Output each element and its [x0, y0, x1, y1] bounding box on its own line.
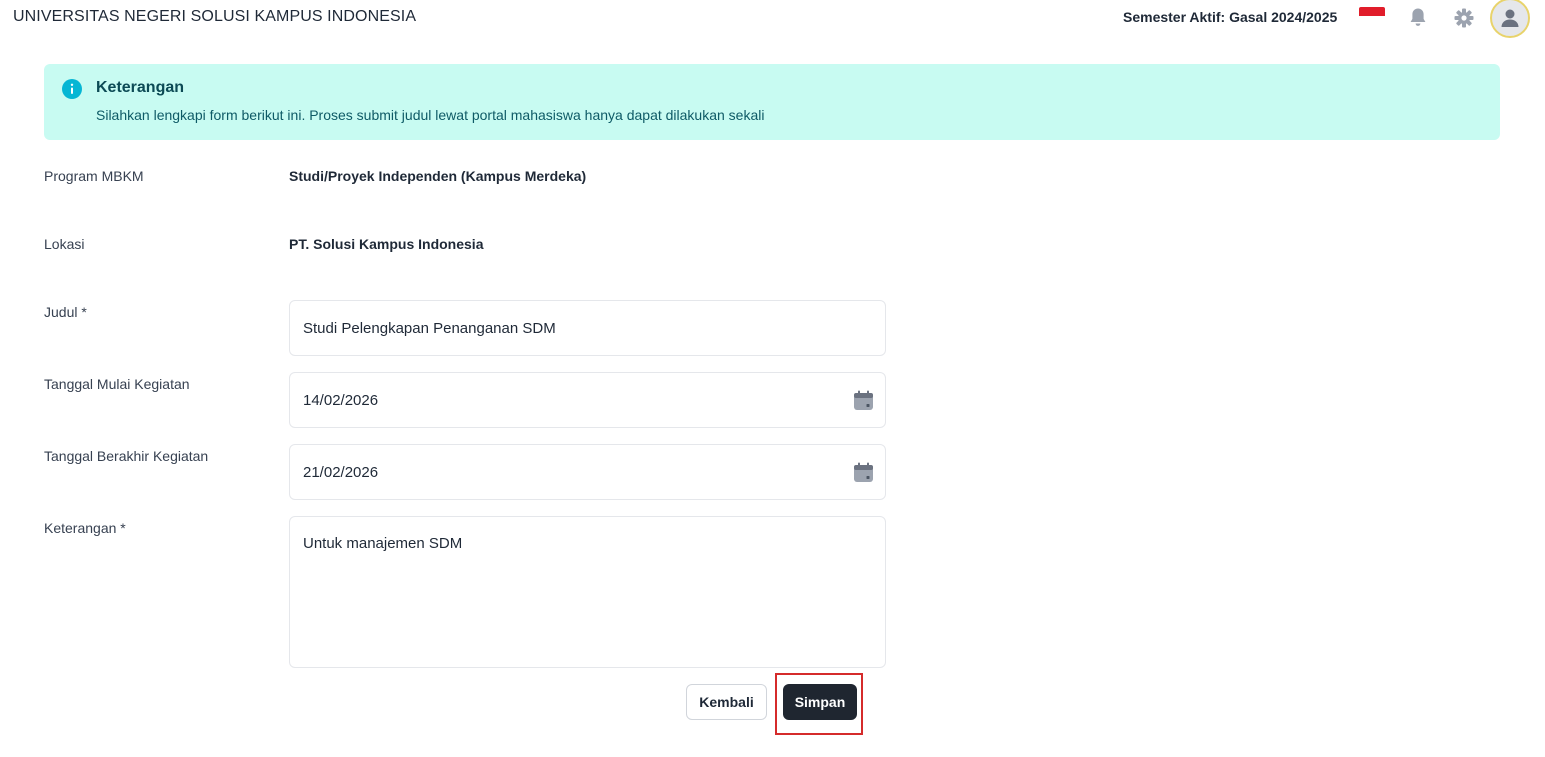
end-date-input[interactable] [303, 445, 833, 499]
alert-title: Keterangan [96, 79, 185, 96]
user-icon [1501, 9, 1519, 27]
calendar-icon[interactable] [853, 390, 874, 411]
program-label: Program MBKM [44, 168, 144, 184]
info-icon [62, 79, 82, 99]
berakhir-label: Tanggal Berakhir Kegiatan [44, 448, 209, 464]
program-value: Studi/Proyek Independen (Kampus Merdeka) [289, 168, 587, 184]
user-avatar[interactable] [1490, 0, 1530, 38]
language-flag-icon[interactable] [1359, 7, 1385, 25]
active-semester: Semester Aktif: Gasal 2024/2025 [1123, 9, 1338, 25]
judul-field[interactable] [289, 300, 886, 356]
bell-icon [1410, 8, 1426, 26]
info-alert: Keterangan Silahkan lengkapi form beriku… [44, 64, 1500, 140]
judul-input[interactable] [303, 301, 833, 355]
keterangan-textarea[interactable]: Untuk manajemen SDM [303, 535, 873, 655]
top-bar: UNIVERSITAS NEGERI SOLUSI KAMPUS INDONES… [0, 0, 1545, 38]
calendar-icon[interactable] [853, 462, 874, 483]
notification-button[interactable] [1405, 5, 1431, 31]
lokasi-value: PT. Solusi Kampus Indonesia [289, 236, 484, 252]
mulai-label: Tanggal Mulai Kegiatan [44, 376, 190, 392]
keterangan-label: Keterangan * [44, 520, 126, 536]
gear-icon [1454, 8, 1474, 28]
start-date-field[interactable] [289, 372, 886, 428]
judul-label: Judul * [44, 304, 87, 320]
lokasi-label: Lokasi [44, 236, 85, 252]
end-date-field[interactable] [289, 444, 886, 500]
keterangan-field[interactable]: Untuk manajemen SDM [289, 516, 886, 668]
settings-button[interactable] [1451, 5, 1477, 31]
alert-message: Silahkan lengkapi form berikut ini. Pros… [96, 107, 765, 123]
save-button[interactable]: Simpan [783, 684, 857, 720]
back-button[interactable]: Kembali [686, 684, 767, 720]
start-date-input[interactable] [303, 373, 833, 427]
app-title: UNIVERSITAS NEGERI SOLUSI KAMPUS INDONES… [13, 8, 417, 25]
